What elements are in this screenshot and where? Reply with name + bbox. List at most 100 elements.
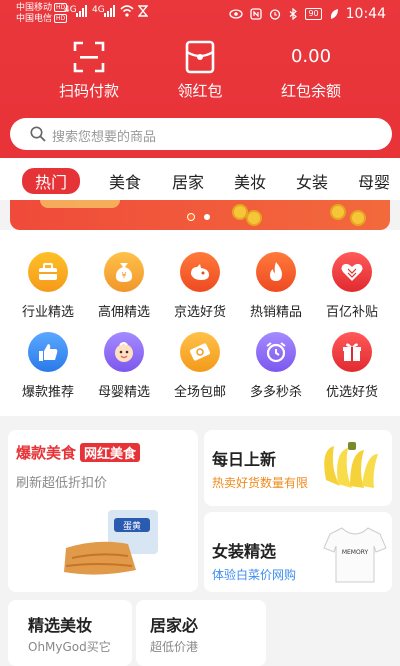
grid-item-jd[interactable]: 京选好货 [162,252,238,320]
flame-icon [256,252,296,292]
hourglass-icon [138,5,148,17]
tab-hot[interactable]: 热门 [22,168,81,194]
svg-text:¥: ¥ [121,271,126,280]
grid-item-subsidy[interactable]: 百亿补贴 [314,252,390,320]
tab-home[interactable]: 居家 [172,169,204,193]
tab-women[interactable]: 女装 [296,169,328,193]
grid-label: 京选好货 [173,305,226,320]
coin-icon [246,210,262,226]
coin-icon [350,210,366,226]
card-women-subtitle: 体验白菜价网购 [212,568,297,582]
ticket-icon [180,332,220,372]
category-tabs: 热门 美食 居家 美妆 女装 母婴 [0,158,400,200]
scan-pay-label: 扫码付款 [58,82,119,100]
carrier-1: 中国移动 HD [16,3,68,13]
search-icon [30,126,46,142]
briefcase-icon [28,252,68,292]
grid-label: 高佣精选 [97,305,150,320]
network-4g-label: 4G [64,5,77,15]
banana-image [324,442,378,488]
fade-overlay [196,600,266,666]
grid-label: 优选好货 [325,385,378,400]
card-makeup-subtitle: OhMyGod买它 [28,640,111,654]
tab-food[interactable]: 美食 [109,169,141,193]
card-food-title: 爆款美食 [16,444,77,462]
card-makeup[interactable]: 精选美妆 OhMyGod买它 [8,600,132,666]
grid-item-preferred[interactable]: 优选好货 [314,332,390,400]
banner-dot-active[interactable] [188,214,194,220]
svg-text:MEMORY: MEMORY [342,549,369,556]
grid-item-industry[interactable]: 行业精选 [10,252,86,320]
grid-label: 母婴精选 [97,385,150,400]
grid-item-flash-sale[interactable]: 多多秒杀 [238,332,314,400]
signal-icon [76,5,87,17]
card-makeup-title: 精选美妆 [28,616,93,635]
red-envelope-label: 领红包 [177,82,223,100]
alarm-icon [270,9,281,20]
snack-image: 蛋黄 [64,510,158,575]
grid-label: 爆款推荐 [21,385,74,400]
thumbs-up-icon [28,332,68,372]
card-home-subtitle: 超低价港 [150,640,199,654]
network-4g-label-2: 4G [92,5,105,15]
grid-label: 多多秒杀 [249,385,302,400]
grid-item-hot-sale[interactable]: 热销精品 [238,252,314,320]
svg-text:蛋黄: 蛋黄 [123,520,141,532]
signal-icon-2 [104,5,115,17]
balance-label: 红包余额 [280,82,341,100]
status-right: 90 10:44 [229,6,386,22]
leaf-icon [330,9,338,19]
grid-item-baby[interactable]: 母婴精选 [86,332,162,400]
card-home-title: 居家必 [150,616,199,635]
card-daily-new[interactable]: 每日上新 热卖好货数量有限 [204,430,392,506]
grid-label: 行业精选 [21,305,74,320]
carrier-2: 中国电信 HD [16,14,68,24]
tab-baby[interactable]: 母婴 [358,169,390,193]
banner-dot[interactable] [204,214,210,220]
battery-indicator: 90 [305,8,322,20]
tshirt-image: MEMORY [323,527,387,583]
header-actions: 扫码付款 领红包 0.00 红包余额 [0,40,400,102]
coin-icon [330,204,346,220]
card-daily-title: 每日上新 [212,450,277,469]
card-food-badge: 网红美食 [80,443,141,462]
blank-area [266,600,400,666]
get-red-envelope-button[interactable]: 领红包 [155,40,245,101]
grid-label: 热销精品 [249,305,302,320]
card-popular-food[interactable]: 爆款美食 网红美食 刷新超低折扣价 蛋黄 [8,430,198,592]
grid-item-commission[interactable]: ¥ 高佣精选 [86,252,162,320]
eye-icon [229,9,244,19]
red-envelope-icon [185,40,215,74]
grid-label: 百亿补贴 [325,305,378,320]
grid-label: 全场包邮 [173,385,226,400]
wifi-icon [120,5,134,17]
alarm-clock-icon [256,332,296,372]
card-women-fashion[interactable]: 女装精选 体验白菜价网购 MEMORY [204,512,392,592]
scan-pay-button[interactable]: 扫码付款 [44,40,134,101]
card-food-subtitle: 刷新超低折扣价 [16,476,108,491]
bluetooth-icon [290,8,298,20]
heart-pattern-icon [332,252,372,292]
banner-shape [40,200,120,208]
jd-dog-icon [180,252,220,292]
card-daily-subtitle: 热卖好货数量有限 [212,476,309,490]
grid-item-free-shipping[interactable]: 全场包邮 [162,332,238,400]
search-placeholder: 搜索您想要的商品 [52,130,157,145]
gift-icon [332,332,372,372]
promo-banner[interactable] [10,200,390,230]
grid-item-trending[interactable]: 爆款推荐 [10,332,86,400]
tab-makeup[interactable]: 美妆 [234,169,266,193]
baby-face-icon [104,332,144,372]
search-bar[interactable]: 搜索您想要的商品 [10,118,392,150]
balance-value: 0.00 [290,46,332,67]
status-time: 10:44 [345,6,386,22]
header: 中国移动 HD 中国电信 HD 4G 4G 90 10:44 扫码付款 领红包 … [0,0,400,158]
icon-grid: 行业精选 ¥ 高佣精选 京选好货 热销精品 百亿补贴 爆款推荐 母婴精选 全场包… [0,230,400,416]
card-women-title: 女装精选 [212,542,277,561]
scan-icon [73,41,105,73]
card-home-goods[interactable]: 居家必 超低价港 [136,600,266,666]
money-bag-icon: ¥ [104,252,144,292]
red-envelope-balance[interactable]: 0.00 红包余额 [266,40,356,101]
nfc-icon [250,8,263,20]
status-bar: 中国移动 HD 中国电信 HD 4G 4G 90 10:44 [0,0,400,26]
